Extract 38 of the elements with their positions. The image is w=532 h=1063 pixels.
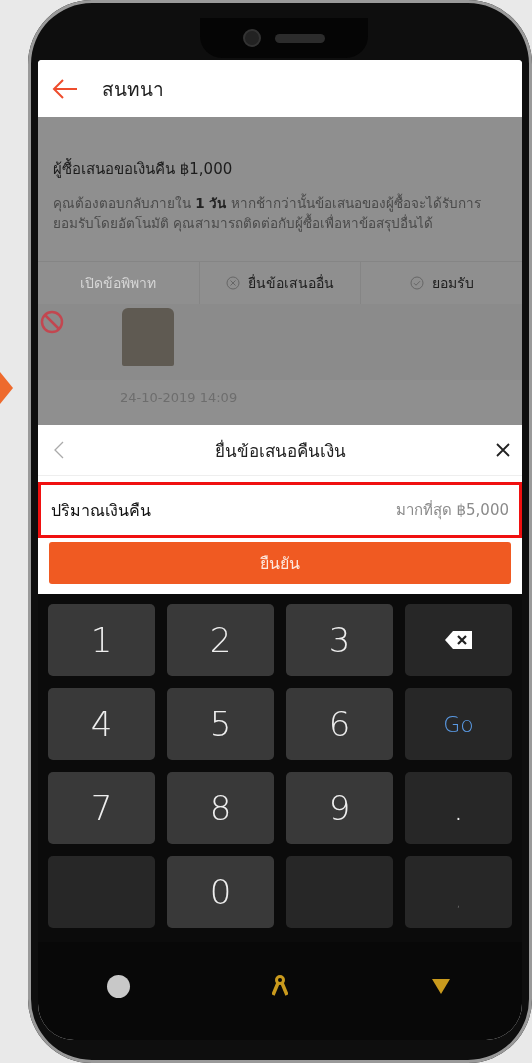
circle-icon xyxy=(107,974,131,998)
backspace-key[interactable] xyxy=(405,604,512,676)
digit-key[interactable]: 2 xyxy=(167,604,274,676)
sheet-title: ยื่นข้อเสนอคืนเงิน xyxy=(214,438,346,463)
amount-input[interactable]: มากที่สุด ฿5,000 xyxy=(229,493,509,527)
backspace-icon xyxy=(443,630,474,650)
digit-key[interactable]: 1 xyxy=(48,604,155,676)
go-key[interactable]: Go xyxy=(405,688,512,760)
ribbon-icon xyxy=(272,975,288,997)
triangle-down-icon xyxy=(432,978,451,994)
digit-key[interactable]: 9 xyxy=(286,772,393,844)
photo-placeholder xyxy=(122,308,174,366)
check-circle-icon xyxy=(409,276,424,290)
pointer-arrow-icon xyxy=(0,372,13,404)
action-button[interactable]: ยอมรับ xyxy=(361,262,522,304)
comma-key[interactable]: , xyxy=(405,856,512,928)
back-button[interactable] xyxy=(52,78,78,99)
speaker-icon xyxy=(275,33,325,43)
digit-key[interactable]: 4 xyxy=(48,688,155,760)
digit-key[interactable]: 8 xyxy=(167,772,274,844)
field-label: ปริมาณเงินคืน xyxy=(51,499,151,522)
close-icon xyxy=(496,443,510,457)
period-key[interactable]: . xyxy=(405,772,512,844)
digit-key[interactable]: 5 xyxy=(167,688,274,760)
digit-key[interactable]: 3 xyxy=(286,604,393,676)
page-title: สนทนา xyxy=(102,76,164,102)
prohibited-icon xyxy=(40,310,64,334)
digit-key[interactable]: 6 xyxy=(286,688,393,760)
offer-description: คุณต้องตอบกลับภายใน 1 วัน หากช้ากว่านั้นข้อเสนอของผู้ซื้อจะได้รับการยอมรับโดยอัตโนมัติ คุณสามารถติดต่อกับผู้ซื้อเพื่อหาข้อสรุปอื่นได้ xyxy=(53,193,482,233)
chevron-left-icon xyxy=(54,441,64,459)
camera-icon xyxy=(243,29,261,47)
offer-title: ผู้ซื้อเสนอขอเงินคืน ฿1,000 xyxy=(53,157,234,180)
close-button[interactable] xyxy=(496,443,510,457)
back-arrow-icon xyxy=(52,78,78,99)
cancel-circle-icon xyxy=(226,276,240,290)
amount-input-field[interactable]: ปริมาณเงินคืน มากที่สุด ฿5,000 xyxy=(38,482,522,538)
digit-key[interactable]: 7 xyxy=(48,772,155,844)
digit-key[interactable]: 0 xyxy=(167,856,274,928)
